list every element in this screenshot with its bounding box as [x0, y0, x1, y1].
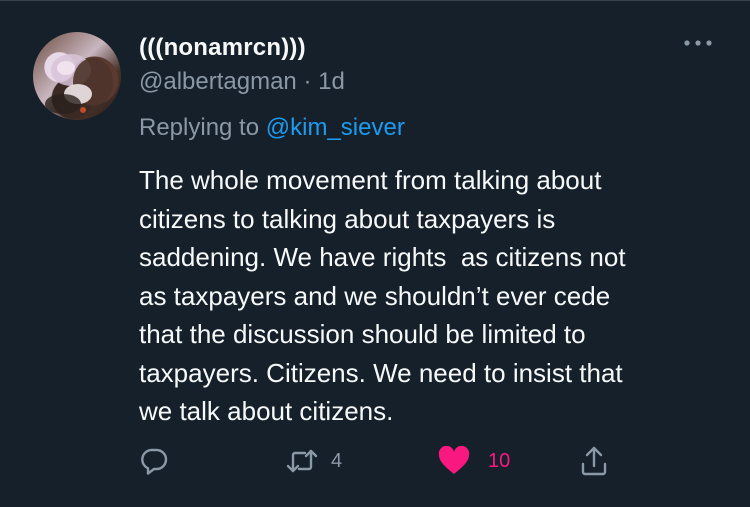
reply-icon: [141, 448, 168, 475]
tweet-card: (((nonamrcn))) @albertagman · 1d Replyin…: [0, 0, 750, 507]
tweet-text-line: as taxpayers and we shouldn’t ever cede: [139, 280, 611, 311]
retweet-icon: [286, 449, 318, 473]
reply-mention-link[interactable]: @kim_siever: [266, 114, 405, 141]
tweet-text-line: that the discussion should be limited to: [139, 319, 586, 349]
tweet-actions: 4 10: [0, 441, 750, 481]
tweet-text-line: citizens to talking about taxpayers is: [139, 203, 556, 234]
share-button[interactable]: [579, 441, 609, 481]
replying-to: Replying to @kim_siever: [139, 114, 405, 142]
retweet-count: 4: [331, 449, 343, 472]
like-button[interactable]: 10: [438, 441, 510, 481]
like-count: 10: [488, 449, 511, 472]
avatar[interactable]: [33, 32, 121, 120]
share-icon: [581, 446, 607, 476]
heart-filled-icon: [438, 446, 470, 474]
retweet-button[interactable]: 4: [285, 441, 342, 481]
tweet-text-line: taxpayers. Citizens. We need to insist t…: [139, 357, 623, 388]
tweet-text-line: The whole movement from talking about: [139, 165, 602, 195]
replying-to-label: Replying to: [139, 114, 266, 141]
more-options-button[interactable]: [680, 31, 716, 55]
tweet-text-line: saddening. We have rights as citizens no…: [139, 242, 626, 272]
handle-and-timestamp[interactable]: @albertagman · 1d: [139, 68, 345, 96]
more-icon: [684, 40, 712, 46]
tweet-text-line: we talk about citizens.: [139, 396, 394, 426]
reply-button[interactable]: [139, 441, 169, 481]
display-name[interactable]: (((nonamrcn))): [139, 34, 306, 62]
tweet-text: The whole movement from talking about ci…: [139, 161, 719, 431]
